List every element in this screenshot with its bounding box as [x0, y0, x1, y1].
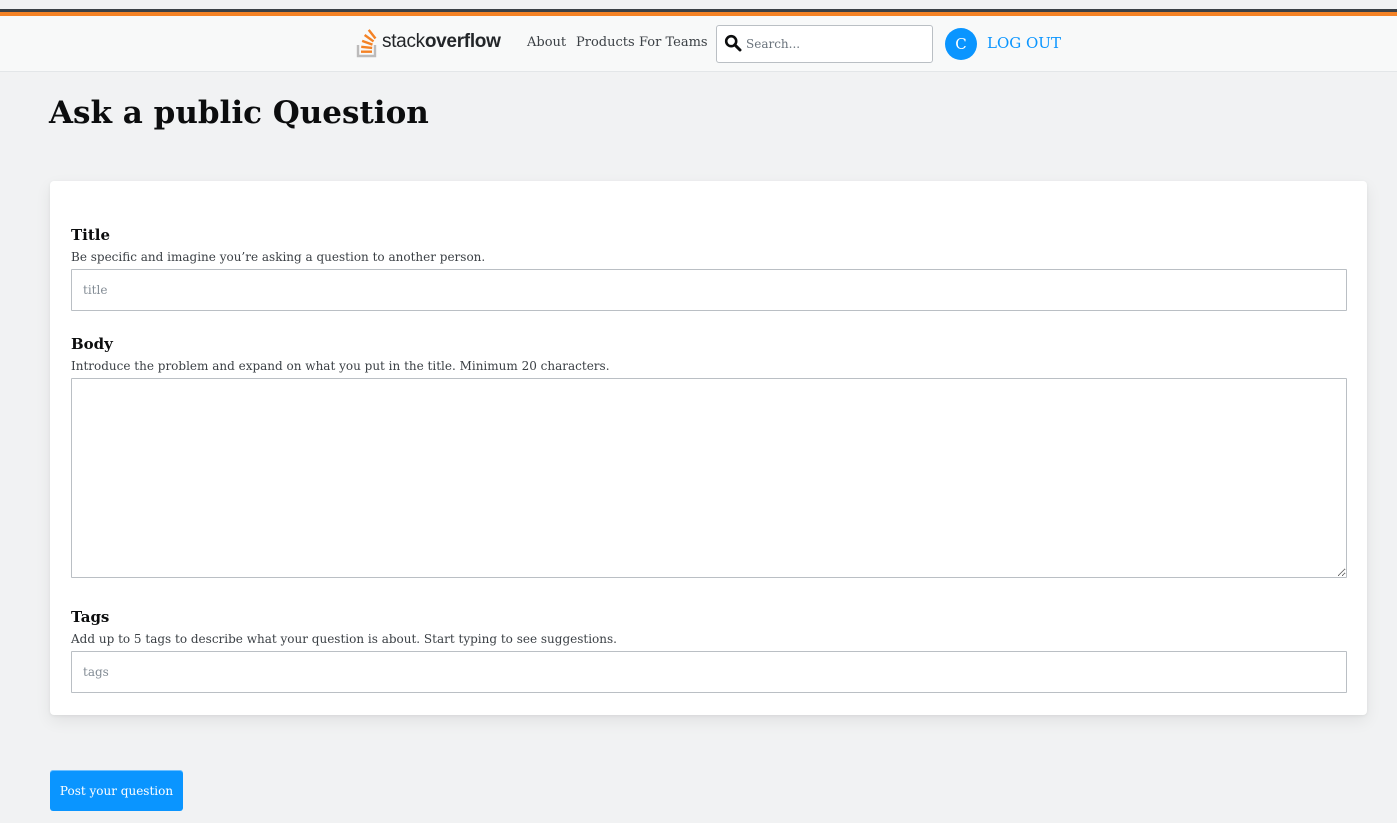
- body-label: Body: [71, 335, 113, 353]
- question-form-card: Title Be specific and imagine you’re ask…: [50, 181, 1367, 715]
- title-label: Title: [71, 226, 111, 244]
- logo-wordmark: stackoverflow: [382, 31, 501, 53]
- title-description: Be specific and imagine you’re asking a …: [71, 250, 486, 264]
- search-box: [716, 25, 933, 63]
- nav-products-link[interactable]: Products: [576, 35, 635, 50]
- nav-about-link[interactable]: About: [527, 35, 566, 50]
- logo-text-regular: stack: [382, 31, 425, 52]
- logo-text-bold: overflow: [424, 31, 501, 52]
- tags-input[interactable]: [71, 651, 1347, 693]
- body-textarea[interactable]: [71, 378, 1347, 578]
- page-title: Ask a public Question: [49, 95, 429, 131]
- stackoverflow-logo[interactable]: stackoverflow: [356, 24, 501, 60]
- search-input[interactable]: [746, 32, 926, 56]
- tags-label: Tags: [71, 608, 110, 626]
- logout-link[interactable]: LOG OUT: [987, 34, 1061, 52]
- user-avatar[interactable]: C: [945, 28, 977, 60]
- post-question-button[interactable]: Post your question: [50, 770, 183, 811]
- tags-description: Add up to 5 tags to describe what your q…: [71, 632, 617, 646]
- stack-logo-icon: [356, 29, 377, 58]
- top-navigation: stackoverflow About Products For Teams C…: [0, 16, 1397, 72]
- body-description: Introduce the problem and expand on what…: [71, 359, 610, 373]
- nav-for-teams-link[interactable]: For Teams: [639, 35, 708, 50]
- title-input[interactable]: [71, 269, 1347, 311]
- search-icon: [724, 34, 742, 52]
